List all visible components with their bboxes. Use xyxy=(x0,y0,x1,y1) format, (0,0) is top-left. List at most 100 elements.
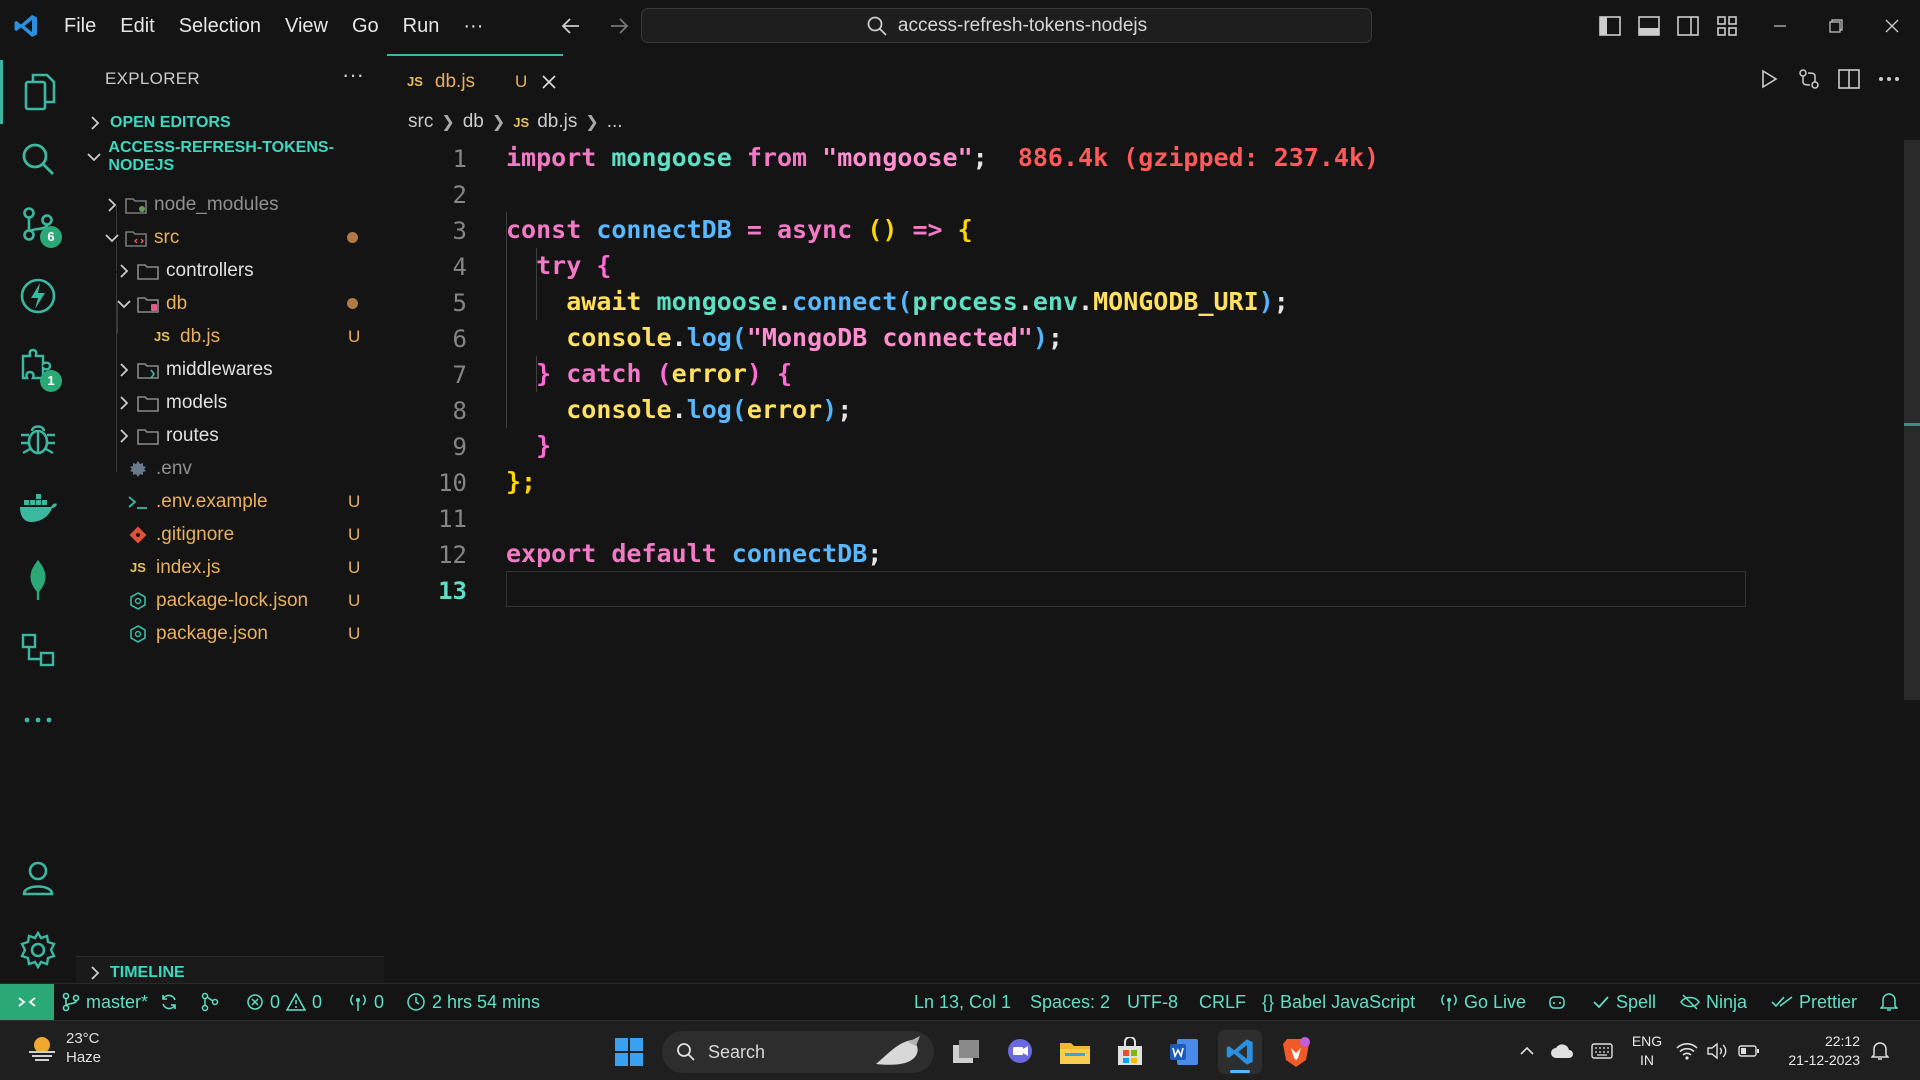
problems-indicator[interactable]: 0 0 xyxy=(246,984,322,1020)
run-debug-icon[interactable] xyxy=(0,408,76,472)
task-view-icon[interactable] xyxy=(944,1030,988,1074)
breadcrumb-file[interactable]: db.js xyxy=(537,111,577,133)
tree-item-index-js[interactable]: JS index.js U xyxy=(76,551,384,584)
spell-check[interactable]: Spell xyxy=(1592,984,1656,1020)
cursor-position[interactable]: Ln 13, Col 1 xyxy=(914,984,1011,1020)
go-live-button[interactable]: Go Live xyxy=(1440,984,1526,1020)
menu-more[interactable]: ··· xyxy=(451,0,495,52)
weather-widget[interactable]: 23°C Haze xyxy=(26,1029,101,1067)
tree-item-middlewares[interactable]: middlewares xyxy=(76,353,384,386)
restore-icon[interactable] xyxy=(1808,0,1864,52)
explorer-more-button[interactable]: ··· xyxy=(338,64,368,94)
settings-gear-icon[interactable] xyxy=(0,918,76,982)
tree-item-db[interactable]: db xyxy=(76,287,384,320)
docker-icon[interactable] xyxy=(0,476,76,540)
close-tab-icon[interactable] xyxy=(539,74,559,89)
remote-indicator[interactable] xyxy=(0,984,54,1020)
breadcrumb-db[interactable]: db xyxy=(463,111,484,133)
copilot-icon[interactable] xyxy=(1548,984,1566,1020)
onedrive-cloud-icon[interactable] xyxy=(1542,1043,1582,1059)
notification-center-icon[interactable] xyxy=(1860,1041,1900,1061)
tree-item-db-js[interactable]: JS db.js U xyxy=(76,320,384,353)
breadcrumb-symbols[interactable]: ... xyxy=(607,111,623,133)
language-mode[interactable]: {} Babel JavaScript xyxy=(1262,984,1415,1020)
back-arrow-icon[interactable] xyxy=(555,10,587,42)
taskbar-search[interactable]: Search xyxy=(662,1031,934,1073)
project-folder-header[interactable]: ACCESS-REFRESH-TOKENS-NODEJS xyxy=(76,139,384,174)
command-center[interactable]: access-refresh-tokens-nodejs xyxy=(641,8,1372,43)
tree-item-controllers[interactable]: controllers xyxy=(76,254,384,287)
word-icon[interactable] xyxy=(1162,1030,1206,1074)
customize-layout-icon[interactable] xyxy=(1711,10,1743,42)
more-actions-icon[interactable] xyxy=(1874,64,1904,94)
wakatime-indicator[interactable]: 2 hrs 54 mins xyxy=(406,984,540,1020)
explorer-icon[interactable] xyxy=(0,60,76,124)
source-control-icon[interactable]: 6 xyxy=(0,192,76,256)
volume-icon[interactable] xyxy=(1702,1042,1732,1060)
run-file-icon[interactable] xyxy=(1754,64,1784,94)
search-icon[interactable] xyxy=(0,127,76,191)
brave-browser-icon[interactable] xyxy=(1274,1030,1318,1074)
vscode-taskbar-icon[interactable] xyxy=(1218,1030,1262,1074)
tree-item-package-lock-json[interactable]: package-lock.json U xyxy=(76,584,384,617)
start-windows-icon[interactable] xyxy=(607,1030,651,1074)
breadcrumb-src[interactable]: src xyxy=(408,111,433,133)
tree-item-package-json[interactable]: package.json U xyxy=(76,617,384,650)
tree-item-env-example[interactable]: .env.example U xyxy=(76,485,384,518)
branch-indicator[interactable]: master* xyxy=(62,984,148,1020)
file-explorer-icon[interactable] xyxy=(1053,1030,1097,1074)
menu-run[interactable]: Run xyxy=(391,0,452,52)
tree-item-label: controllers xyxy=(166,259,254,281)
forward-arrow-icon[interactable] xyxy=(603,10,635,42)
show-hidden-icons-chevron-icon[interactable] xyxy=(1512,1046,1542,1056)
split-editor-icon[interactable] xyxy=(1834,64,1864,94)
ninja-indicator[interactable]: Ninja xyxy=(1680,984,1747,1020)
remote-explorer-icon[interactable] xyxy=(0,618,76,682)
menu-file[interactable]: File xyxy=(52,0,108,52)
chevron-right-icon xyxy=(80,115,110,130)
toggle-panel-icon[interactable] xyxy=(1633,10,1665,42)
gitlens-icon[interactable] xyxy=(200,984,220,1020)
editor-scrollbar[interactable] xyxy=(1904,140,1920,700)
open-changes-icon[interactable] xyxy=(1794,64,1824,94)
indentation[interactable]: Spaces: 2 xyxy=(1030,984,1110,1020)
tree-item-models[interactable]: models xyxy=(76,386,384,419)
close-window-icon[interactable] xyxy=(1864,0,1920,52)
code-editor[interactable]: 1 2 3 4 5 6 7 8 9 10 11 12 13 import mon… xyxy=(384,140,1920,983)
line-ending[interactable]: CRLF xyxy=(1199,984,1246,1020)
tree-item-routes[interactable]: routes xyxy=(76,419,384,452)
tree-item-label: routes xyxy=(166,424,219,446)
menu-view[interactable]: View xyxy=(273,0,340,52)
encoding[interactable]: UTF-8 xyxy=(1127,984,1178,1020)
teams-chat-icon[interactable] xyxy=(998,1030,1042,1074)
thunder-client-icon[interactable] xyxy=(0,264,76,328)
vscode-logo-icon xyxy=(0,0,52,52)
sync-icon[interactable] xyxy=(160,984,178,1020)
microsoft-store-icon[interactable] xyxy=(1108,1030,1152,1074)
tree-item-env[interactable]: .env xyxy=(76,452,384,485)
tree-item-node-modules[interactable]: node_modules xyxy=(76,188,384,221)
clock[interactable]: 22:12 21-12-2023 xyxy=(1770,1032,1860,1070)
more-views-icon[interactable] xyxy=(0,688,76,752)
wifi-icon[interactable] xyxy=(1672,1042,1702,1060)
ports-indicator[interactable]: 0 xyxy=(348,984,384,1020)
menu-go[interactable]: Go xyxy=(340,0,391,52)
battery-icon[interactable] xyxy=(1732,1044,1766,1058)
extensions-icon[interactable]: 1 xyxy=(0,334,76,398)
input-language[interactable]: ENG IN xyxy=(1622,1032,1672,1070)
toggle-secondary-sidebar-icon[interactable] xyxy=(1672,10,1704,42)
accounts-icon[interactable] xyxy=(0,846,76,910)
tree-item-gitignore[interactable]: .gitignore U xyxy=(76,518,384,551)
keyboard-icon[interactable] xyxy=(1582,1043,1622,1059)
menu-edit[interactable]: Edit xyxy=(108,0,166,52)
toggle-sidebar-icon[interactable] xyxy=(1594,10,1626,42)
weather-condition: Haze xyxy=(66,1049,102,1066)
notifications-bell-icon[interactable] xyxy=(1880,984,1898,1020)
tree-item-src[interactable]: src xyxy=(76,221,384,254)
prettier-indicator[interactable]: Prettier xyxy=(1771,984,1857,1020)
open-editors-header[interactable]: OPEN EDITORS xyxy=(76,106,384,139)
minimize-icon[interactable] xyxy=(1752,0,1808,52)
tab-db-js[interactable]: JS db.js U xyxy=(387,54,563,107)
menu-selection[interactable]: Selection xyxy=(167,0,273,52)
mongodb-leaf-icon[interactable] xyxy=(0,548,76,612)
